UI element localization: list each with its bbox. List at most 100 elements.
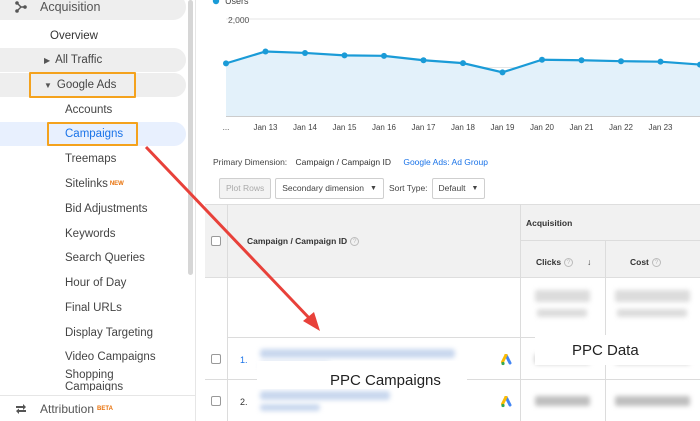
sidebar-item-campaigns[interactable]: Campaigns (0, 122, 186, 146)
sidebar-item-label: Shopping Campaigns (65, 369, 124, 391)
x-tick-label: Jan 20 (530, 123, 555, 132)
acquisition-group-header: Acquisition (526, 218, 573, 228)
sidebar-item-label: Display Targeting (65, 327, 154, 339)
data-point (539, 56, 545, 63)
sort-descending-icon[interactable]: ↓ (587, 257, 591, 267)
sidebar-item-overview[interactable]: Overview (0, 24, 186, 48)
attribution-icon (16, 403, 26, 414)
x-tick-label: Jan 15 (332, 123, 357, 132)
sidebar-item-final-urls[interactable]: Final URLs (0, 296, 186, 320)
sidebar-scrollbar[interactable] (188, 0, 193, 275)
x-tick-label: Jan 16 (372, 123, 397, 132)
select-all-checkbox[interactable] (211, 236, 221, 246)
data-point (578, 57, 585, 64)
sort-type-dropdown[interactable]: Default ▼ (431, 177, 486, 199)
sidebar-item-label: Google Ads (56, 79, 117, 91)
sidebar-item-bid-adjustments[interactable]: Bid Adjustments (0, 197, 186, 221)
sidebar-item-label: Bid Adjustments (65, 203, 148, 215)
y-tick-label: 2,000 (228, 15, 250, 25)
help-icon[interactable]: ? (564, 258, 574, 268)
sidebar-item-label: Search Queries (65, 252, 145, 264)
data-point (499, 69, 506, 76)
x-tick-label: Jan 13 (253, 123, 278, 132)
google-ads-icon (501, 396, 512, 408)
sidebar-item-label: Accounts (65, 104, 113, 116)
sidebar-item-label: Video Campaigns (65, 351, 156, 363)
new-badge: NEW (109, 181, 124, 187)
sidebar-item-sitelinks[interactable]: Sitelinks NEW (0, 172, 186, 196)
x-tick-label: Jan 23 (648, 123, 673, 132)
campaign-column-header[interactable]: Campaign / Campaign ID? (247, 236, 360, 247)
legend-label: Users (225, 0, 249, 6)
plot-rows-label: Plot Rows (226, 183, 265, 193)
secondary-dimension-dropdown[interactable]: Secondary dimension ▼ (275, 177, 384, 199)
campaign-id-blurred (260, 404, 320, 411)
row-checkbox[interactable] (211, 354, 221, 364)
table-divider (605, 240, 606, 421)
data-point (420, 57, 427, 64)
help-icon[interactable]: ? (350, 237, 360, 247)
sidebar-item-hour-of-day[interactable]: Hour of Day (0, 271, 186, 295)
sidebar-item-label: Overview (50, 30, 98, 42)
sidebar-section-acquisition[interactable]: Acquisition (0, 0, 186, 20)
sidebar-item-shopping-campaigns[interactable]: Shopping Campaigns (0, 369, 186, 391)
google-ads-icon (501, 354, 512, 366)
sidebar-item-keywords[interactable]: Keywords (0, 222, 186, 246)
sort-type-label: Sort Type: (388, 183, 428, 193)
sort-type-value: Default (438, 183, 466, 193)
sidebar-item-attribution[interactable]: Attribution BETA (0, 395, 195, 421)
data-point (618, 58, 624, 65)
primary-dimension-row: Primary Dimension: Campaign / Campaign I… (213, 157, 488, 167)
sidebar-item-label: Sitelinks (65, 178, 108, 190)
row-checkbox[interactable] (211, 396, 221, 406)
row-number: 1. (240, 355, 248, 365)
secondary-dimension-label: Secondary dimension (282, 183, 365, 193)
acquisition-icon (15, 1, 27, 13)
data-point (381, 52, 387, 59)
help-icon[interactable]: ? (651, 258, 661, 268)
sidebar-item-label: Final URLs (65, 302, 122, 314)
table-divider (227, 204, 228, 421)
primary-dimension-value[interactable]: Campaign / Campaign ID (296, 157, 391, 167)
ppc-data-annotation: PPC Data (572, 342, 639, 359)
sidebar-item-search-queries[interactable]: Search Queries (0, 246, 186, 270)
campaign-column-label: Campaign / Campaign ID (247, 236, 348, 246)
sidebar-item-treemaps[interactable]: Treemaps (0, 147, 186, 171)
clicks-total-blurred (537, 309, 587, 317)
legend-swatch (212, 0, 220, 5)
x-tick-label: Jan 14 (293, 123, 318, 132)
cost-column-header[interactable]: Cost? (630, 257, 661, 268)
sidebar-item-video-campaigns[interactable]: Video Campaigns (0, 345, 186, 369)
ppc-campaigns-annotation: PPC Campaigns (330, 372, 441, 389)
table-toolbar: Plot Rows Secondary dimension ▼ Sort Typ… (219, 177, 486, 199)
plot-rows-button[interactable]: Plot Rows (219, 177, 272, 199)
sidebar-item-label: Keywords (65, 228, 116, 240)
data-point (262, 48, 269, 55)
clicks-value-blurred (535, 396, 590, 406)
cost-total-blurred (615, 290, 690, 302)
clicks-column-header[interactable]: Clicks? ↓ (536, 257, 591, 268)
dropdown-arrow-icon: ▼ (471, 184, 479, 192)
sidebar-item-all-traffic[interactable]: ▶ All Traffic (0, 48, 186, 72)
beta-badge: BETA (97, 405, 113, 412)
campaign-name-blurred[interactable] (260, 391, 390, 400)
sidebar-item-google-ads[interactable]: ▼ Google Ads (0, 73, 186, 97)
alt-dimension-link[interactable]: Google Ads: Ad Group (403, 157, 488, 167)
sidebar-nav: Acquisition Overview ▶ All Traffic ▼ Goo… (0, 0, 196, 421)
caret-down-icon: ▼ (44, 80, 52, 90)
sidebar-item-accounts[interactable]: Accounts (0, 98, 186, 122)
sidebar-item-display-targeting[interactable]: Display Targeting (0, 321, 186, 345)
data-point (460, 60, 466, 67)
cost-value-blurred (615, 396, 690, 406)
campaign-name-blurred[interactable] (260, 349, 455, 358)
x-tick-label: Jan 19 (490, 123, 515, 132)
clicks-column-label: Clicks (536, 257, 562, 267)
sidebar-item-label: Treemaps (65, 153, 117, 165)
table-divider (520, 240, 700, 241)
analytics-screen: Acquisition Overview ▶ All Traffic ▼ Goo… (0, 0, 700, 421)
dropdown-arrow-icon: ▼ (370, 184, 377, 192)
cost-total-blurred (617, 309, 687, 317)
data-point (657, 58, 664, 65)
primary-dimension-label: Primary Dimension: (213, 157, 288, 167)
caret-right-icon: ▶ (44, 55, 51, 65)
